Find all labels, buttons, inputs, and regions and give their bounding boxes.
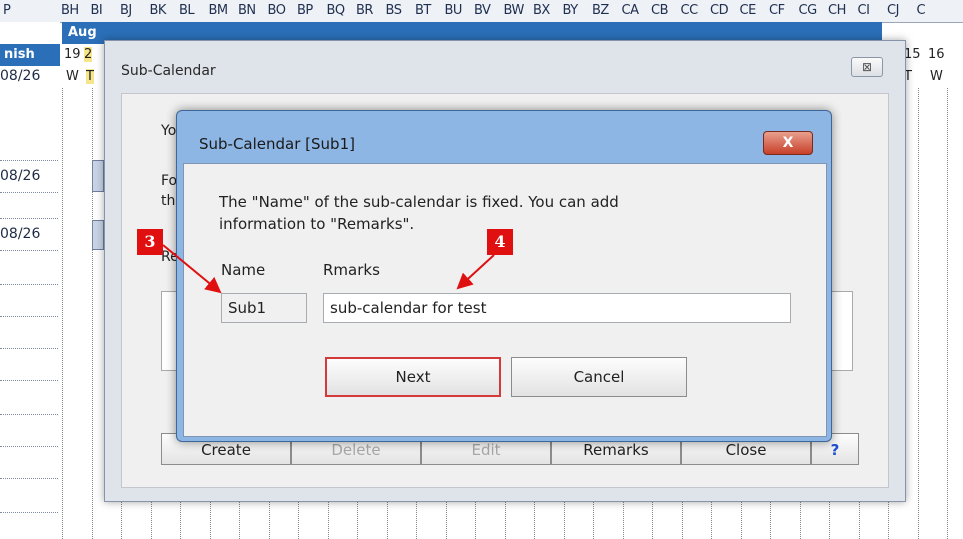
- gantt-bar: [92, 220, 104, 250]
- info-text: Fo: [161, 173, 178, 189]
- day-number: 16: [928, 47, 945, 62]
- row-divider: [0, 250, 58, 251]
- column-header: CC: [680, 3, 699, 18]
- column-header: BI: [90, 3, 103, 18]
- row-divider: [0, 284, 58, 285]
- finish-header: nish: [0, 44, 60, 66]
- column-header: BP: [297, 3, 313, 18]
- row-divider: [0, 160, 58, 161]
- column-header: CI: [857, 3, 870, 18]
- remarks-label: Rmarks: [323, 261, 380, 279]
- row-divider: [0, 218, 58, 219]
- next-button[interactable]: Next: [325, 357, 501, 397]
- column-header: BZ: [592, 3, 609, 18]
- weekday: W: [66, 69, 79, 84]
- row-divider: [0, 414, 58, 415]
- column-header: CE: [739, 3, 757, 18]
- row-divider: [0, 478, 58, 479]
- column-header: CH: [828, 3, 846, 18]
- column-header: CG: [798, 3, 818, 18]
- date-cell: 08/26: [0, 68, 41, 84]
- weekday: W: [930, 69, 943, 84]
- row-divider: [0, 316, 58, 317]
- column-header-row: P BH BI BJ BK BL BM BN BO BP BQ BR BS BT BU BV BW BX BY BZ C…: [0, 0, 963, 23]
- column-header: BT: [415, 3, 431, 18]
- annotation-badge-4: 4: [487, 229, 513, 255]
- column-header: BR: [356, 3, 373, 18]
- cancel-button[interactable]: Cancel: [511, 357, 687, 397]
- row-divider: [0, 192, 58, 193]
- column-header: P: [3, 3, 11, 18]
- column-header: CD: [710, 3, 729, 18]
- day-number: 2: [84, 47, 93, 62]
- column-header: BQ: [326, 3, 346, 18]
- gantt-bar: [92, 160, 104, 192]
- column-header: BJ: [120, 3, 132, 18]
- grid-line: [62, 88, 63, 539]
- finish-column: [0, 22, 60, 539]
- column-header: BW: [503, 3, 525, 18]
- row-divider: [0, 512, 58, 513]
- column-header: BY: [562, 3, 579, 18]
- close-icon[interactable]: ⊠: [851, 57, 883, 77]
- info-text: th: [161, 193, 176, 209]
- name-field: Sub1: [221, 293, 307, 323]
- column-header: C: [916, 3, 926, 18]
- column-header: BX: [533, 3, 550, 18]
- sub-calendar-edit-dialog: Sub-Calendar [Sub1] X The "Name" of the …: [176, 110, 832, 442]
- column-header: BO: [267, 3, 286, 18]
- remarks-input[interactable]: sub-calendar for test: [323, 293, 791, 323]
- finish-label: nish: [4, 47, 35, 62]
- message-text: The "Name" of the sub-calendar is fixed.…: [219, 193, 619, 211]
- close-icon[interactable]: X: [763, 131, 813, 155]
- annotation-badge-3: 3: [137, 229, 163, 255]
- weekday: T: [86, 69, 94, 84]
- intro-text: Yo: [161, 123, 177, 139]
- column-header: BL: [179, 3, 195, 18]
- column-header: BH: [61, 3, 79, 18]
- date-cell: 08/26: [0, 168, 41, 184]
- name-label: Name: [221, 261, 266, 279]
- column-header: CF: [769, 3, 785, 18]
- grid-line: [91, 88, 93, 539]
- column-header: BK: [149, 3, 167, 18]
- row-divider: [0, 446, 58, 447]
- column-header: CJ: [887, 3, 899, 18]
- day-number: 15: [904, 47, 921, 62]
- column-header: BV: [474, 3, 491, 18]
- column-header: BN: [238, 3, 256, 18]
- row-divider: [0, 380, 58, 381]
- dialog-title: Sub-Calendar: [121, 63, 216, 79]
- dialog-title: Sub-Calendar [Sub1]: [199, 135, 355, 153]
- month-label: Aug: [68, 25, 97, 40]
- column-header: BM: [208, 3, 229, 18]
- grid-line: [947, 88, 948, 539]
- row-divider: [0, 348, 58, 349]
- day-number: 19: [64, 47, 81, 62]
- grid-line: [917, 88, 919, 539]
- column-header: BU: [444, 3, 463, 18]
- column-header: CB: [651, 3, 669, 18]
- date-cell: 08/26: [0, 226, 41, 242]
- message-text: information to "Remarks".: [219, 215, 415, 233]
- column-header: CA: [621, 3, 639, 18]
- column-header: BS: [385, 3, 402, 18]
